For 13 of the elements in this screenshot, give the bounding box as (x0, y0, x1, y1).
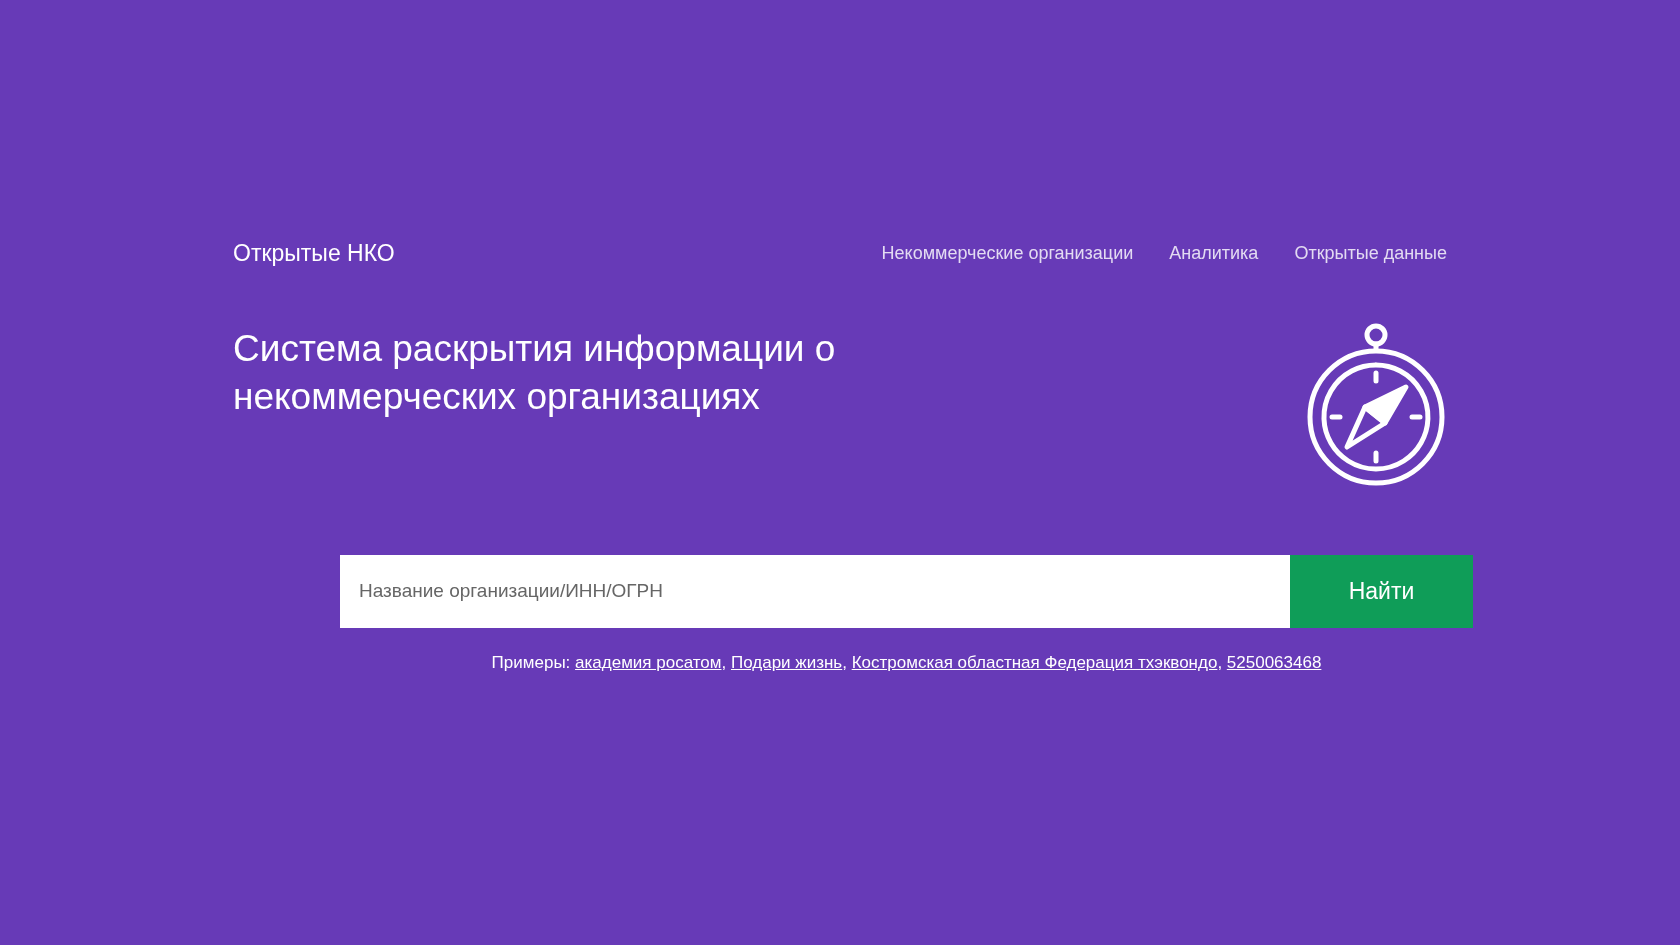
hero-title: Система раскрытия информации о некоммерческих организациях (233, 326, 837, 419)
compass-icon (1307, 322, 1445, 487)
example-link[interactable]: 5250063468 (1226, 652, 1322, 672)
search-field[interactable]: Название организации/ИНН/ОГРН (340, 554, 1290, 628)
nav-link[interactable]: Аналитика (1169, 239, 1259, 267)
nav-link[interactable]: Открытые данные (1294, 239, 1447, 267)
example-link[interactable]: академия росатом (575, 652, 722, 672)
example-link[interactable]: Костромская областная Федерация тхэквондо (851, 652, 1218, 672)
search-button[interactable]: Найти (1290, 554, 1473, 628)
examples-text: Примеры: академия росатом, Подари жизнь, Костромская областная Федерация тхэквондо, 5250063468 (490, 651, 1323, 674)
site-logo[interactable]: Открытые НКО (233, 236, 395, 271)
nav-link[interactable]: Некоммерческие организации (881, 239, 1134, 267)
example-link[interactable]: Подари жизнь (730, 652, 843, 672)
